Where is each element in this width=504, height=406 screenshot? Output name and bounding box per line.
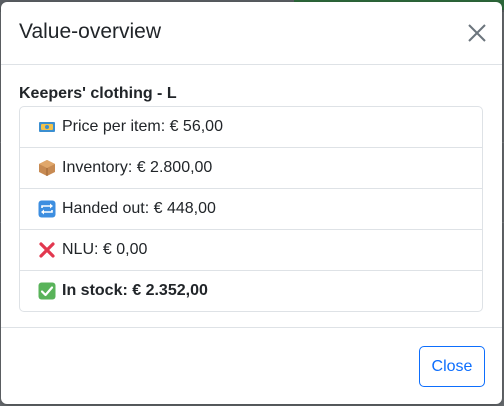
check-mark-emoji-icon xyxy=(38,282,56,300)
modal-header: Value-overview xyxy=(1,2,502,65)
list-item-nlu: NLU: € 0,00 xyxy=(20,230,482,271)
value-list: Price per item: € 56,00 Inventory: € 2.8… xyxy=(19,106,483,312)
money-emoji-icon xyxy=(38,118,56,136)
repeat-emoji-icon xyxy=(38,200,56,218)
list-item-text: Handed out: € 448,00 xyxy=(62,200,216,217)
list-item-text: Price per item: € 56,00 xyxy=(62,118,223,135)
close-x-icon[interactable] xyxy=(466,22,488,44)
item-heading: Keepers' clothing - L xyxy=(19,85,177,102)
list-item-inventory: Inventory: € 2.800,00 xyxy=(20,148,482,189)
close-button[interactable]: Close xyxy=(419,346,485,387)
value-overview-modal: Value-overview Keepers' clothing - L Pri… xyxy=(1,2,502,404)
list-item-handed-out: Handed out: € 448,00 xyxy=(20,189,482,230)
list-item-price-per-item: Price per item: € 56,00 xyxy=(20,107,482,148)
package-emoji-icon xyxy=(38,159,56,177)
modal-footer: Close xyxy=(1,327,502,404)
cross-mark-emoji-icon xyxy=(38,241,56,259)
list-item-in-stock: In stock: € 2.352,00 xyxy=(20,271,482,311)
modal-title: Value-overview xyxy=(19,20,162,43)
list-item-text: NLU: € 0,00 xyxy=(62,241,148,258)
list-item-text: Inventory: € 2.800,00 xyxy=(62,159,213,176)
list-item-text: In stock: € 2.352,00 xyxy=(62,282,208,299)
